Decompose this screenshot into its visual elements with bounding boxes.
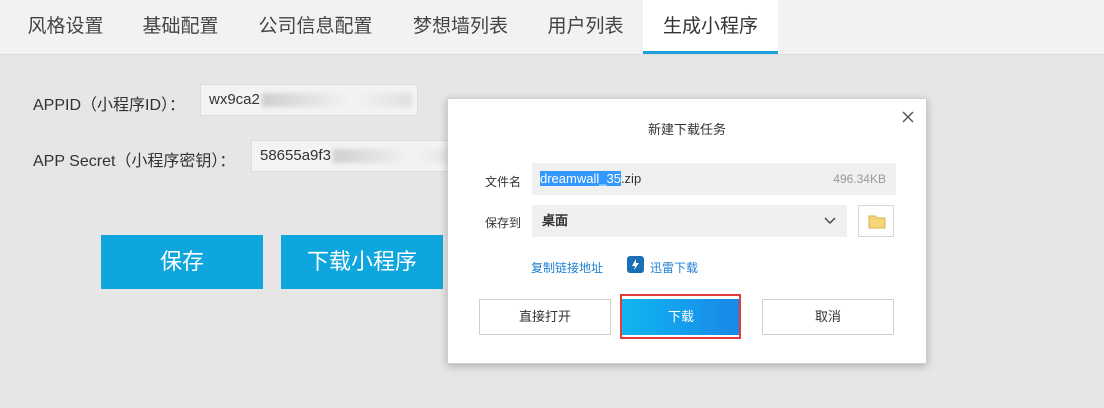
tab-generate-miniprogram[interactable]: 生成小程序 <box>643 0 778 54</box>
copy-link-address[interactable]: 复制链接地址 <box>531 259 603 276</box>
secret-label: APP Secret（小程序密钥）： <box>33 153 236 170</box>
filename-extension: .zip <box>620 171 642 186</box>
close-icon[interactable] <box>900 109 916 125</box>
saveto-label: 保存到 <box>485 216 522 230</box>
secret-input[interactable]: 58655a9f3 <box>251 140 451 172</box>
download-button[interactable]: 下载 <box>621 299 741 335</box>
browse-folder-button[interactable] <box>858 205 894 237</box>
thunder-icon <box>627 256 644 273</box>
appid-label: APPID（小程序ID）： <box>33 97 186 114</box>
redacted-mask <box>261 93 412 108</box>
cancel-button[interactable]: 取消 <box>762 299 894 335</box>
open-directly-button[interactable]: 直接打开 <box>479 299 611 335</box>
saveto-value: 桌面 <box>542 213 569 228</box>
chevron-down-icon <box>824 217 836 224</box>
tab-style-settings[interactable]: 风格设置 <box>8 0 123 54</box>
filename-selected-text: dreamwall_35 <box>540 171 621 186</box>
secret-value: 58655a9f3 <box>260 147 331 164</box>
tab-dream-wall-list[interactable]: 梦想墙列表 <box>393 0 528 54</box>
download-dialog: 新建下载任务 文件名 dreamwall_35.zip 496.34KB 保存到… <box>447 98 927 364</box>
tab-user-list[interactable]: 用户列表 <box>528 0 643 54</box>
file-size: 496.34KB <box>833 172 886 186</box>
thunder-download-link[interactable]: 迅雷下载 <box>650 259 698 276</box>
filename-label: 文件名 <box>485 175 522 189</box>
download-miniprogram-button[interactable]: 下载小程序 <box>281 235 443 289</box>
appid-input[interactable]: wx9ca2 <box>200 84 418 116</box>
tab-company-info[interactable]: 公司信息配置 <box>238 0 393 54</box>
saveto-select[interactable]: 桌面 <box>532 205 847 237</box>
filename-input[interactable]: dreamwall_35.zip 496.34KB <box>532 163 896 195</box>
tab-basic-config[interactable]: 基础配置 <box>123 0 238 54</box>
dialog-title: 新建下载任务 <box>647 122 726 137</box>
tab-bar: 风格设置 基础配置 公司信息配置 梦想墙列表 用户列表 生成小程序 <box>0 0 1104 55</box>
save-button[interactable]: 保存 <box>101 235 263 289</box>
appid-value: wx9ca2 <box>209 91 260 108</box>
redacted-mask <box>332 149 450 164</box>
folder-icon <box>868 215 886 229</box>
